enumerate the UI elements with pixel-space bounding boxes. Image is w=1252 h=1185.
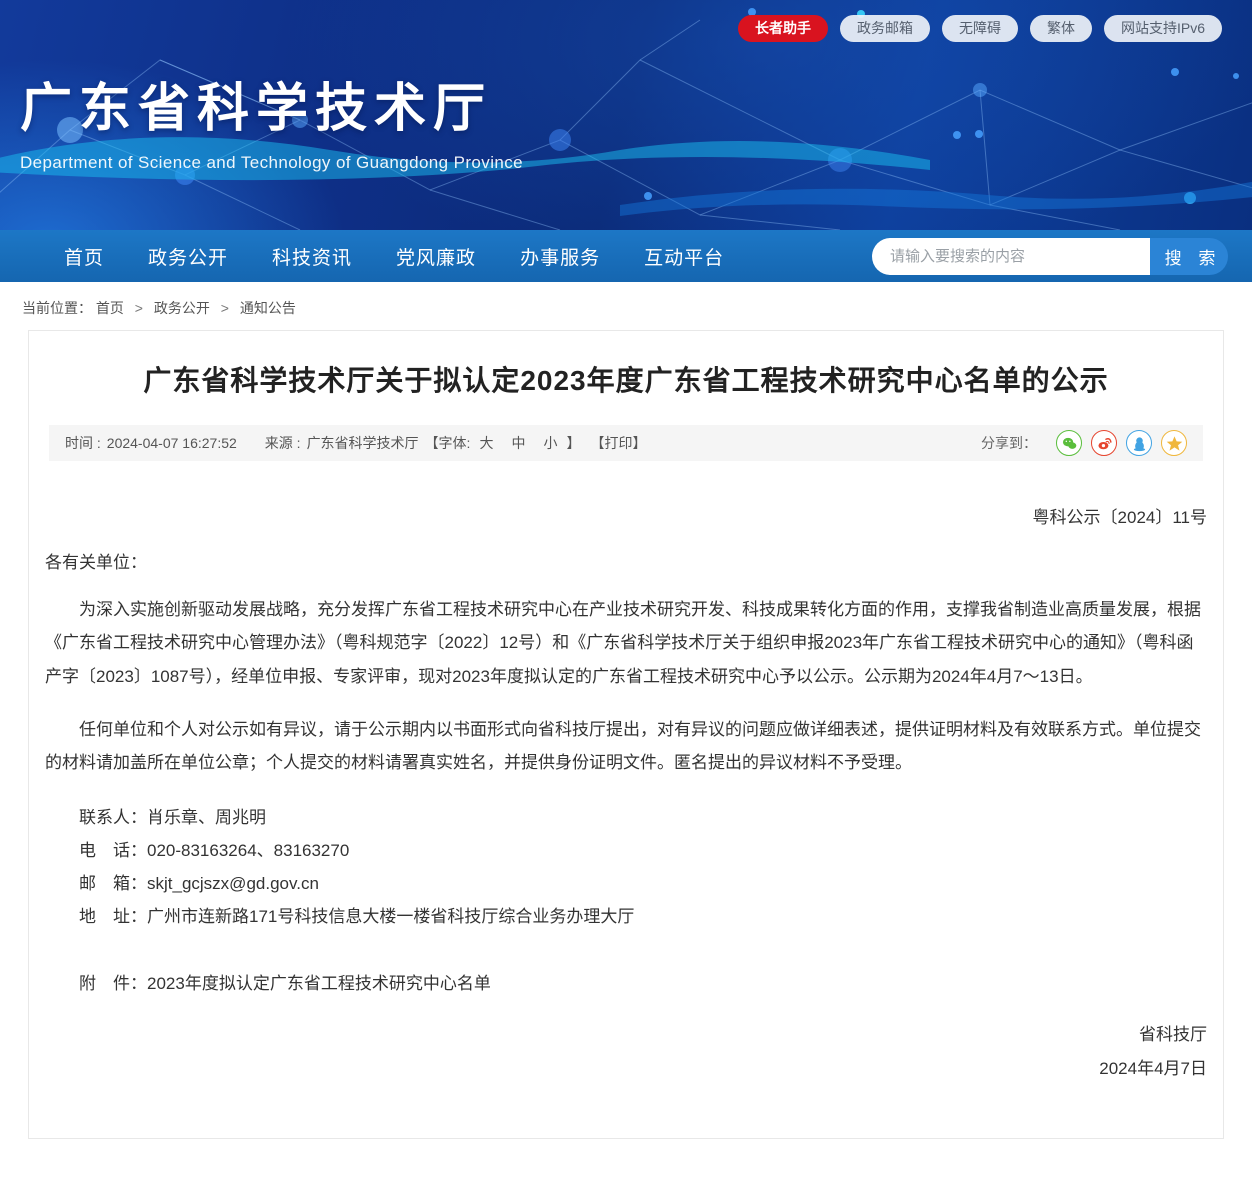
breadcrumb-separator: > bbox=[221, 300, 229, 316]
contact-email-value: skjt_gcjszx@gd.gov.cn bbox=[147, 874, 319, 893]
article-body: 粤科公示〔2024〕11号 各有关单位： 为深入实施创新驱动发展战略，充分发挥广… bbox=[43, 501, 1209, 1086]
contact-address-value: 广州市连新路171号科技信息大楼一楼省科技厅综合业务办理大厅 bbox=[147, 907, 634, 926]
qzone-share-icon[interactable] bbox=[1161, 430, 1187, 456]
breadcrumb-notices-link[interactable]: 通知公告 bbox=[240, 300, 296, 316]
meta-time-value: 2024-04-07 16:27:52 bbox=[107, 435, 237, 451]
site-subtitle: Department of Science and Technology of … bbox=[20, 153, 523, 173]
font-size-small-button[interactable]: 小 bbox=[543, 433, 557, 453]
meta-source-label: 来源 : bbox=[265, 433, 301, 453]
quick-links: 长者助手 政务邮箱 无障碍 繁体 网站支持IPv6 bbox=[738, 15, 1222, 42]
signature-block: 省科技厅 2024年4月7日 bbox=[45, 1018, 1207, 1086]
print-button[interactable]: 【打印】 bbox=[590, 433, 646, 453]
meta-source-value: 广东省科学技术厅 bbox=[307, 433, 419, 453]
meta-time-label: 时间 : bbox=[65, 433, 101, 453]
article-meta-bar: 时间 : 2024-04-07 16:27:52 来源 : 广东省科学技术厅 【… bbox=[49, 425, 1203, 461]
nav-item-interaction[interactable]: 互动平台 bbox=[644, 243, 724, 270]
traditional-chinese-button[interactable]: 繁体 bbox=[1030, 15, 1092, 42]
font-size-label: 【字体: bbox=[425, 433, 471, 453]
font-size-label-close: 】 bbox=[566, 433, 580, 453]
contact-phone-label: 电 话： bbox=[79, 841, 147, 860]
nav-item-party-conduct[interactable]: 党风廉政 bbox=[396, 243, 476, 270]
signature-org: 省科技厅 bbox=[45, 1018, 1207, 1052]
ipv6-support-button[interactable]: 网站支持IPv6 bbox=[1104, 15, 1222, 42]
share-label: 分享到： bbox=[981, 433, 1037, 453]
nav-item-services[interactable]: 办事服务 bbox=[520, 243, 600, 270]
breadcrumb-separator: > bbox=[135, 300, 143, 316]
contact-block: 联系人：肖乐章、周兆明 电 话：020-83163264、83163270 邮 … bbox=[45, 801, 1207, 934]
nav-item-gov-info[interactable]: 政务公开 bbox=[148, 243, 228, 270]
article-container: 广东省科学技术厅关于拟认定2023年度广东省工程技术研究中心名单的公示 时间 :… bbox=[28, 330, 1224, 1139]
search-bar: 搜 索 bbox=[872, 238, 1228, 275]
contact-address-line: 地 址：广州市连新路171号科技信息大楼一楼省科技厅综合业务办理大厅 bbox=[45, 900, 1207, 933]
contact-address-label: 地 址： bbox=[79, 907, 147, 926]
elder-assist-button[interactable]: 长者助手 bbox=[738, 15, 828, 42]
signature-date: 2024年4月7日 bbox=[45, 1052, 1207, 1086]
weibo-share-icon[interactable] bbox=[1091, 430, 1117, 456]
site-title: 广东省科学技术厅 bbox=[20, 66, 523, 141]
gov-mail-button[interactable]: 政务邮箱 bbox=[840, 15, 930, 42]
attachment-link[interactable]: 2023年度拟认定广东省工程技术研究中心名单 bbox=[147, 974, 491, 993]
search-input[interactable] bbox=[872, 238, 1150, 275]
salutation: 各有关单位： bbox=[45, 546, 1207, 579]
attachment-label: 附 件： bbox=[79, 974, 147, 993]
contact-person-line: 联系人：肖乐章、周兆明 bbox=[45, 801, 1207, 834]
contact-email-label: 邮 箱： bbox=[79, 874, 147, 893]
breadcrumb-gov-info-link[interactable]: 政务公开 bbox=[154, 300, 210, 316]
share-bar: 分享到： bbox=[981, 430, 1187, 456]
article-title: 广东省科学技术厅关于拟认定2023年度广东省工程技术研究中心名单的公示 bbox=[43, 359, 1209, 399]
contact-phone-value: 020-83163264、83163270 bbox=[147, 841, 349, 860]
paragraph: 为深入实施创新驱动发展战略，充分发挥广东省工程技术研究中心在产业技术研究开发、科… bbox=[45, 593, 1207, 692]
article-meta-left: 时间 : 2024-04-07 16:27:52 来源 : 广东省科学技术厅 【… bbox=[65, 433, 646, 453]
font-size-large-button[interactable]: 大 bbox=[479, 433, 493, 453]
breadcrumb-label: 当前位置： bbox=[22, 300, 92, 316]
site-header: 长者助手 政务邮箱 无障碍 繁体 网站支持IPv6 广东省科学技术厅 Depar… bbox=[0, 0, 1252, 230]
search-button[interactable]: 搜 索 bbox=[1150, 238, 1228, 275]
nav-item-tech-news[interactable]: 科技资讯 bbox=[272, 243, 352, 270]
nav-item-home[interactable]: 首页 bbox=[64, 243, 104, 270]
document-number: 粤科公示〔2024〕11号 bbox=[45, 501, 1207, 534]
contact-email-line: 邮 箱：skjt_gcjszx@gd.gov.cn bbox=[45, 867, 1207, 900]
accessibility-button[interactable]: 无障碍 bbox=[942, 15, 1018, 42]
contact-person-label: 联系人： bbox=[79, 808, 147, 827]
main-nav: 首页 政务公开 科技资讯 党风廉政 办事服务 互动平台 搜 索 bbox=[0, 230, 1252, 282]
site-logo[interactable]: 广东省科学技术厅 Department of Science and Techn… bbox=[20, 66, 523, 173]
qq-share-icon[interactable] bbox=[1126, 430, 1152, 456]
nav-items: 首页 政务公开 科技资讯 党风廉政 办事服务 互动平台 bbox=[64, 243, 768, 270]
paragraph: 任何单位和个人对公示如有异议，请于公示期内以书面形式向省科技厅提出，对有异议的问… bbox=[45, 713, 1207, 779]
breadcrumb-home-link[interactable]: 首页 bbox=[96, 300, 124, 316]
attachment-line: 附 件：2023年度拟认定广东省工程技术研究中心名单 bbox=[45, 967, 1207, 1000]
contact-phone-line: 电 话：020-83163264、83163270 bbox=[45, 834, 1207, 867]
contact-person-value: 肖乐章、周兆明 bbox=[147, 808, 266, 827]
font-size-medium-button[interactable]: 中 bbox=[511, 433, 525, 453]
wechat-share-icon[interactable] bbox=[1056, 430, 1082, 456]
breadcrumb: 当前位置： 首页 > 政务公开 > 通知公告 bbox=[0, 282, 1252, 330]
